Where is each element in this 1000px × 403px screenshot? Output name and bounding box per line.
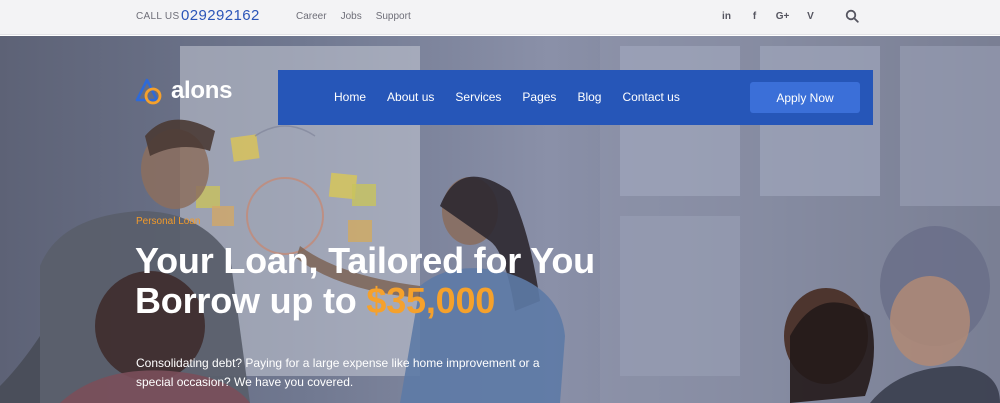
phone-number[interactable]: 029292162: [181, 7, 260, 24]
top-links: Career Jobs Support: [296, 11, 411, 22]
brand-logo[interactable]: alons: [135, 76, 232, 106]
hero-eyebrow: Personal Loan: [136, 216, 201, 227]
nav-item-about-us[interactable]: About us: [387, 90, 434, 104]
hero-headline: Your Loan, Tailored for You Borrow up to…: [135, 241, 595, 321]
call-us-label: CALL US: [136, 11, 180, 22]
search-icon[interactable]: [845, 9, 859, 23]
brand-name: alons: [171, 77, 233, 104]
social-links: in f G+ V: [718, 8, 819, 25]
google-plus-icon[interactable]: G+: [774, 8, 791, 25]
top-link-support[interactable]: Support: [376, 11, 411, 22]
headline-line-1: Your Loan, Tailored for You: [135, 240, 595, 281]
facebook-icon[interactable]: f: [746, 8, 763, 25]
nav-item-blog[interactable]: Blog: [577, 90, 601, 104]
linkedin-icon[interactable]: in: [718, 8, 735, 25]
vine-icon[interactable]: V: [802, 8, 819, 25]
hero-description: Consolidating debt? Paying for a large e…: [136, 356, 540, 389]
top-bar: CALL US 029292162 Career Jobs Support in…: [0, 0, 1000, 35]
headline-line-2: Borrow up to: [135, 280, 367, 321]
logo-mark-icon: [135, 78, 162, 105]
hero-section: alons Home About us Services Pages Blog …: [0, 36, 1000, 403]
nav-item-services[interactable]: Services: [455, 90, 501, 104]
top-link-jobs[interactable]: Jobs: [341, 11, 362, 22]
nav-item-home[interactable]: Home: [334, 90, 366, 104]
main-navbar: Home About us Services Pages Blog Contac…: [278, 70, 873, 125]
nav-item-contact-us[interactable]: Contact us: [622, 90, 679, 104]
apply-now-button[interactable]: Apply Now: [750, 82, 860, 113]
main-nav: Home About us Services Pages Blog Contac…: [334, 90, 680, 104]
nav-item-pages[interactable]: Pages: [522, 90, 556, 104]
headline-amount: $35,000: [366, 280, 496, 321]
top-link-career[interactable]: Career: [296, 11, 327, 22]
